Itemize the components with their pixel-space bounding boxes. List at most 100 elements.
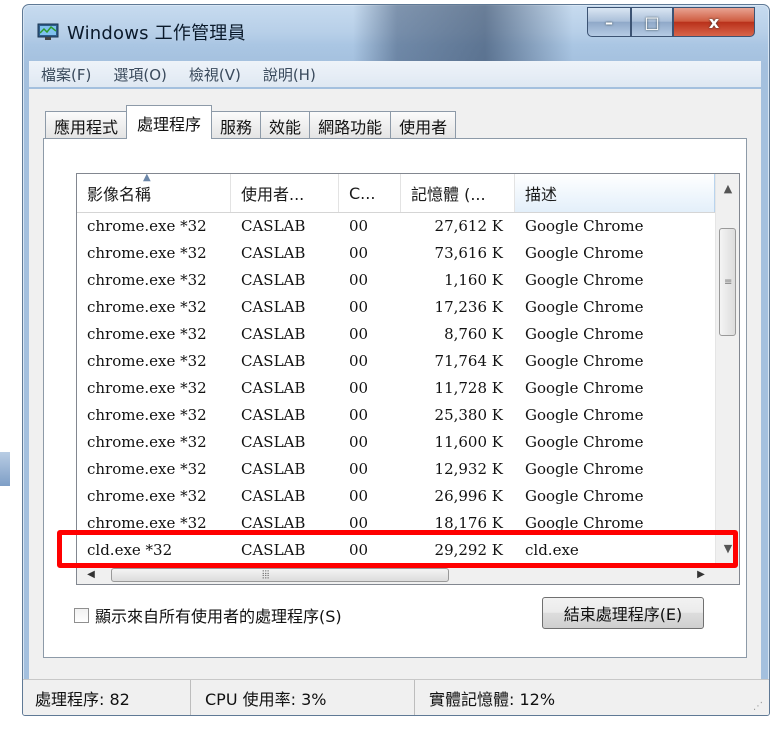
maximize-button[interactable]: □ xyxy=(631,7,673,37)
process-list: 影像名稱 ▲ 使用者... C... 記憶體 (... 描述 chrome.ex… xyxy=(76,173,740,585)
table-row[interactable]: chrome.exe *32 CASLAB 00 27,612 K Google Chr… xyxy=(77,212,715,239)
grip-icon: ≡ xyxy=(724,277,733,288)
column-memory[interactable]: 記憶體 (... xyxy=(401,174,515,212)
cell-cpu: 00 xyxy=(349,513,369,532)
column-image-name[interactable]: 影像名稱 ▲ xyxy=(77,174,231,212)
show-all-users-checkbox[interactable]: 顯示來自所有使用者的處理程序(S) xyxy=(74,603,342,627)
table-row[interactable]: chrome.exe *32 CASLAB 00 71,764 K Google Chr… xyxy=(77,347,715,374)
column-description[interactable]: 描述 xyxy=(515,174,715,212)
tab-networking[interactable]: 網路功能 xyxy=(309,111,392,139)
vertical-scrollbar[interactable]: ▲ ≡ ▼ xyxy=(715,174,739,566)
column-cpu[interactable]: C... xyxy=(339,174,401,212)
menu-help[interactable]: 說明(H) xyxy=(263,64,316,85)
checkbox-box[interactable] xyxy=(74,607,89,623)
scroll-up-arrow-icon[interactable]: ▲ xyxy=(716,178,739,200)
tab-performance[interactable]: 效能 xyxy=(260,111,311,139)
menu-file[interactable]: 檔案(F) xyxy=(41,64,91,85)
cell-description: Google Chrome xyxy=(525,324,644,343)
table-row[interactable]: chrome.exe *32 CASLAB 00 12,932 K Google Chr… xyxy=(77,455,715,482)
table-row[interactable]: chrome.exe *32 CASLAB 00 11,600 K Google Chr… xyxy=(77,428,715,455)
task-manager-window: Windows 工作管理員 – □ x 檔案(F) 選項(O) 檢視(V) 說明… xyxy=(22,4,770,716)
table-row[interactable]: chrome.exe *32 CASLAB 00 73,616 K Google Chr… xyxy=(77,239,715,266)
checkbox-label: 顯示來自所有使用者的處理程序(S) xyxy=(95,607,342,626)
processes-panel: 影像名稱 ▲ 使用者... C... 記憶體 (... 描述 chrome.ex… xyxy=(43,138,747,658)
title-bar-glass xyxy=(353,5,573,65)
cell-user-name: CASLAB xyxy=(241,270,306,289)
tab-processes[interactable]: 處理程序 xyxy=(126,105,213,139)
cell-image-name: chrome.exe *32 xyxy=(87,351,207,370)
cell-user-name: CASLAB xyxy=(241,324,306,343)
cell-user-name: CASLAB xyxy=(241,297,306,316)
cell-image-name: chrome.exe *32 xyxy=(87,432,207,451)
cell-description: Google Chrome xyxy=(525,297,644,316)
table-row[interactable]: chrome.exe *32 CASLAB 00 25,380 K Google Chr… xyxy=(77,401,715,428)
cell-image-name: chrome.exe *32 xyxy=(87,513,207,532)
cell-memory: 8,760 K xyxy=(444,324,503,343)
cell-memory: 17,236 K xyxy=(434,297,503,316)
window-title: Windows 工作管理員 xyxy=(67,23,246,44)
cell-image-name: chrome.exe *32 xyxy=(87,378,207,397)
cell-cpu: 00 xyxy=(349,297,369,316)
cell-image-name: chrome.exe *32 xyxy=(87,270,207,289)
list-header: 影像名稱 ▲ 使用者... C... 記憶體 (... 描述 xyxy=(77,174,715,213)
cell-memory: 12,932 K xyxy=(434,459,503,478)
cell-image-name: chrome.exe *32 xyxy=(87,297,207,316)
column-user-name[interactable]: 使用者... xyxy=(231,174,339,212)
cell-cpu: 00 xyxy=(349,486,369,505)
cell-description: Google Chrome xyxy=(525,351,644,370)
scroll-corner xyxy=(715,566,739,584)
cell-cpu: 00 xyxy=(349,270,369,289)
cell-memory: 71,764 K xyxy=(434,351,503,370)
close-button[interactable]: x xyxy=(673,7,755,37)
cell-memory: 27,612 K xyxy=(434,216,503,235)
table-row[interactable]: chrome.exe *32 CASLAB 00 1,160 K Google Chro… xyxy=(77,266,715,293)
cell-memory: 11,600 K xyxy=(434,432,503,451)
tab-users[interactable]: 使用者 xyxy=(390,111,457,139)
cell-image-name: chrome.exe *32 xyxy=(87,486,207,505)
cell-memory: 26,996 K xyxy=(434,486,503,505)
cell-user-name: CASLAB xyxy=(241,378,306,397)
cell-cpu: 00 xyxy=(349,432,369,451)
cell-description: Google Chrome xyxy=(525,270,644,289)
cell-description: Google Chrome xyxy=(525,378,644,397)
tab-strip: 應用程式 處理程序 服務 效能 網路功能 使用者 xyxy=(45,105,457,139)
table-row[interactable]: chrome.exe *32 CASLAB 00 11,728 K Google Chr… xyxy=(77,374,715,401)
cell-cpu: 00 xyxy=(349,405,369,424)
cell-description: Google Chrome xyxy=(525,432,644,451)
cell-cpu: 00 xyxy=(349,459,369,478)
table-row[interactable]: chrome.exe *32 CASLAB 00 8,760 K Google Chro… xyxy=(77,320,715,347)
scroll-left-arrow-icon[interactable]: ◀ xyxy=(81,566,101,584)
cell-memory: 25,380 K xyxy=(434,405,503,424)
resize-grip-icon[interactable]: ⋰ xyxy=(753,701,763,712)
cell-user-name: CASLAB xyxy=(241,513,306,532)
minimize-button[interactable]: – xyxy=(587,7,631,37)
minimize-icon: – xyxy=(605,12,613,32)
title-bar[interactable]: Windows 工作管理員 – □ x xyxy=(23,5,769,65)
cell-description: Google Chrome xyxy=(525,459,644,478)
vertical-scroll-thumb[interactable]: ≡ xyxy=(719,228,736,336)
status-physical-memory: 實體記憶體: 12% xyxy=(429,690,556,709)
desktop-item-fragment xyxy=(0,452,10,486)
scroll-right-arrow-icon[interactable]: ▶ xyxy=(691,566,711,584)
cell-cpu: 00 xyxy=(349,243,369,262)
cell-cpu: 00 xyxy=(349,324,369,343)
table-row[interactable]: chrome.exe *32 CASLAB 00 26,996 K Google Chr… xyxy=(77,482,715,509)
cell-description: Google Chrome xyxy=(525,486,644,505)
end-process-button[interactable]: 結束處理程序(E) xyxy=(542,597,704,629)
status-process-count: 處理程序: 82 xyxy=(23,680,191,715)
menu-view[interactable]: 檢視(V) xyxy=(189,64,241,85)
menu-options[interactable]: 選項(O) xyxy=(113,64,167,85)
cell-description: Google Chrome xyxy=(525,513,644,532)
column-label: 影像名稱 xyxy=(87,185,152,204)
highlight-box xyxy=(57,530,738,568)
cell-user-name: CASLAB xyxy=(241,351,306,370)
horizontal-scrollbar[interactable]: ◀ ⦙⦙⦙ ▶ xyxy=(77,566,715,584)
menu-bar: 檔案(F) 選項(O) 檢視(V) 說明(H) xyxy=(29,61,761,87)
horizontal-scroll-thumb[interactable]: ⦙⦙⦙ xyxy=(111,568,449,582)
table-row[interactable]: chrome.exe *32 CASLAB 00 17,236 K Google Chr… xyxy=(77,293,715,320)
tab-applications[interactable]: 應用程式 xyxy=(45,111,128,139)
tab-services[interactable]: 服務 xyxy=(211,111,262,139)
cell-memory: 18,176 K xyxy=(434,513,503,532)
status-cpu-usage: CPU 使用率: 3% xyxy=(191,680,415,715)
cell-description: Google Chrome xyxy=(525,243,644,262)
